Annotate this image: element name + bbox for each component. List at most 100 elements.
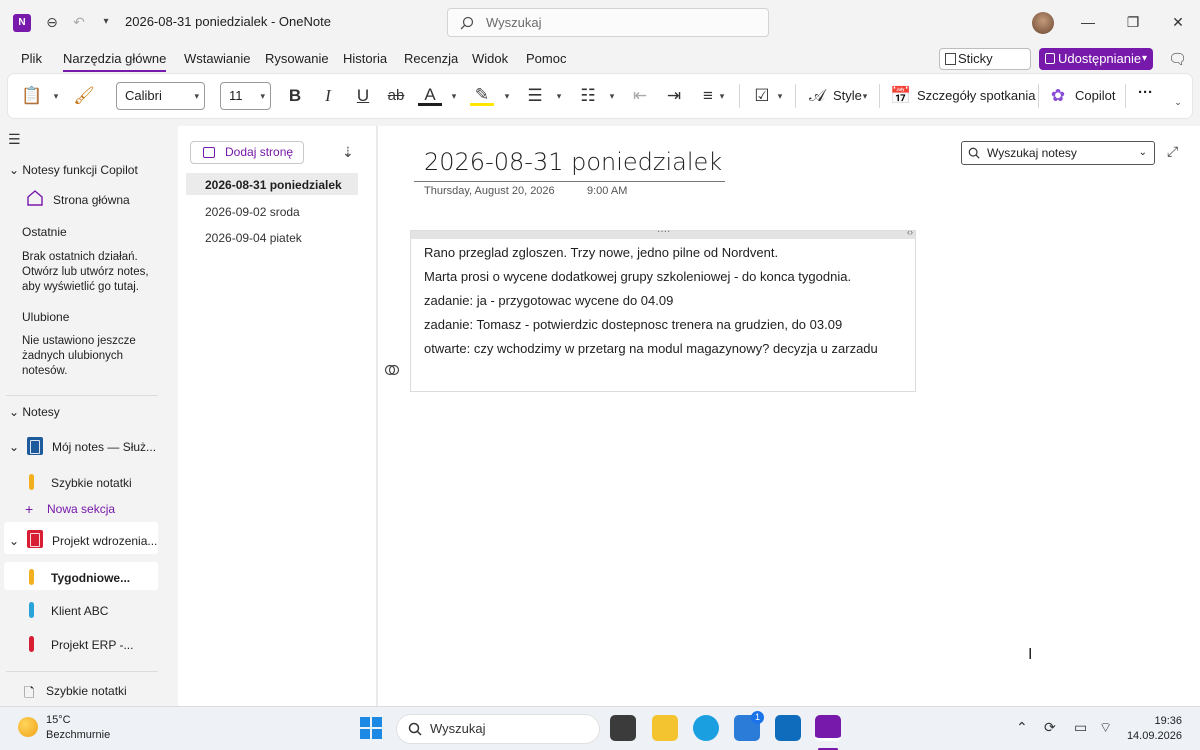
- bullets-dropdown-icon[interactable]: ▾: [554, 84, 564, 108]
- note-line[interactable]: Rano przeglad zgloszen. Trzy nowe, jedno…: [424, 245, 778, 260]
- menu-file[interactable]: Plik: [21, 51, 42, 66]
- numbering-dropdown-icon[interactable]: ▾: [607, 84, 617, 108]
- menu-view[interactable]: Widok: [472, 51, 508, 66]
- note-line[interactable]: otwarte: czy wchodzimy w przetarg na mod…: [424, 341, 878, 356]
- new-section-button[interactable]: Nowa sekcja: [47, 502, 115, 516]
- page-item-selected[interactable]: 2026-08-31 poniedzialek: [205, 178, 342, 192]
- format-painter-icon[interactable]: 🖌: [72, 84, 96, 108]
- drag-handle-icon[interactable]: ····: [657, 226, 670, 237]
- resize-handle-icon[interactable]: ‹›: [907, 227, 913, 237]
- note-container-handle[interactable]: ···· ‹›: [411, 226, 915, 239]
- chevron-down-icon[interactable]: ⌄: [9, 534, 19, 548]
- notebooks-header[interactable]: ⌄ Notesy: [9, 405, 60, 419]
- edge-icon[interactable]: [693, 715, 719, 741]
- align-dropdown-icon[interactable]: ▾: [717, 84, 727, 108]
- page-item[interactable]: 2026-09-02 sroda: [205, 205, 300, 219]
- style-icon[interactable]: 𝒜: [805, 84, 829, 108]
- meeting-details-button[interactable]: Szczegóły spotkania: [917, 88, 1036, 103]
- restore-button[interactable]: ❐: [1121, 12, 1145, 32]
- menu-draw[interactable]: Rysowanie: [265, 51, 329, 66]
- copilot-notebooks-header[interactable]: ⌄ Notesy funkcji Copilot: [9, 163, 138, 177]
- page-canvas[interactable]: 2026-08-31 poniedzialek Thursday, August…: [378, 126, 1200, 706]
- sticky-notes-button[interactable]: Sticky Notes: [939, 48, 1031, 86]
- chevron-down-icon[interactable]: ▾: [1142, 48, 1147, 70]
- onenote-taskbar-icon[interactable]: [815, 715, 841, 741]
- page-item[interactable]: 2026-09-04 piatek: [205, 231, 302, 245]
- underline-button[interactable]: U: [351, 84, 375, 108]
- bold-button[interactable]: B: [283, 84, 307, 108]
- style-dropdown-icon[interactable]: ▾: [860, 84, 870, 108]
- home-link[interactable]: Strona główna: [53, 193, 130, 207]
- copilot-icon[interactable]: [384, 362, 400, 378]
- font-color-button[interactable]: A: [418, 84, 442, 106]
- quick-notes-footer[interactable]: 🗋 Szybkie notatki: [0, 676, 168, 706]
- back-icon[interactable]: ⊖: [41, 11, 63, 33]
- note-line[interactable]: Marta prosi o wycene dodatkowej grupy sz…: [424, 269, 851, 284]
- calendar-icon[interactable]: 📅: [889, 84, 913, 108]
- expand-icon[interactable]: ⤢: [1167, 143, 1178, 160]
- task-view-icon[interactable]: [610, 715, 636, 741]
- undo-icon[interactable]: ↶: [68, 11, 90, 33]
- bullets-icon[interactable]: ☰: [523, 84, 547, 108]
- tag-dropdown-icon[interactable]: ▾: [775, 84, 785, 108]
- windows-start-icon[interactable]: [360, 717, 382, 739]
- font-name-select[interactable]: Calibri ▾: [116, 82, 205, 110]
- display-icon[interactable]: ▭: [1074, 719, 1087, 736]
- weather-widget[interactable]: 15°C Bezchmurnie: [46, 713, 110, 743]
- avatar[interactable]: [1032, 12, 1054, 34]
- weather-sun-icon[interactable]: [18, 717, 38, 737]
- numbering-icon[interactable]: ☷: [576, 84, 600, 108]
- paste-dropdown-icon[interactable]: ▾: [51, 84, 61, 108]
- chevron-down-icon[interactable]: ⌄: [9, 440, 19, 454]
- sync-icon[interactable]: ⟳: [1044, 719, 1056, 736]
- font-color-dropdown-icon[interactable]: ▾: [449, 84, 459, 108]
- file-explorer-icon[interactable]: [652, 715, 678, 741]
- note-container[interactable]: ···· ‹› Rano przeglad zgloszen. Trzy now…: [410, 226, 916, 392]
- strikethrough-button[interactable]: ab: [384, 84, 408, 108]
- hamburger-menu-icon[interactable]: ☰: [8, 131, 21, 148]
- feedback-icon[interactable]: 🗨: [1168, 50, 1187, 68]
- add-page-button[interactable]: Dodaj stronę: [190, 141, 304, 164]
- menu-help[interactable]: Pomoc: [526, 51, 566, 66]
- menu-history[interactable]: Historia: [343, 51, 387, 66]
- highlight-icon[interactable]: ✎: [470, 84, 494, 106]
- tag-checkbox-icon[interactable]: ☑: [750, 84, 774, 108]
- section-item[interactable]: Szybkie notatki: [51, 476, 132, 490]
- menu-insert[interactable]: Wstawianie: [184, 51, 250, 66]
- note-line[interactable]: zadanie: ja - przygotowac wycene do 04.0…: [424, 293, 673, 308]
- menu-home[interactable]: Narzędzia główne: [63, 51, 167, 72]
- copilot-button[interactable]: Copilot: [1075, 88, 1115, 103]
- notebook-item[interactable]: Projekt wdrozenia...: [52, 534, 157, 548]
- search-box[interactable]: Wyszukaj: [447, 8, 769, 37]
- sort-icon[interactable]: ⇣: [342, 144, 354, 161]
- decrease-indent-icon[interactable]: ⇤: [628, 84, 652, 108]
- share-button[interactable]: Udostępnianie ▾: [1039, 48, 1153, 70]
- taskbar-search[interactable]: Wyszukaj: [396, 714, 600, 744]
- close-button[interactable]: ✕: [1166, 12, 1190, 32]
- taskbar-clock[interactable]: 19:36 14.09.2026: [1127, 714, 1182, 744]
- copilot-icon[interactable]: ✿: [1046, 84, 1070, 108]
- section-item[interactable]: Klient ABC: [51, 604, 108, 618]
- menu-review[interactable]: Recenzja: [404, 51, 458, 66]
- page-title[interactable]: 2026-08-31 poniedzialek: [424, 148, 722, 176]
- weather-desc: Bezchmurnie: [46, 729, 111, 741]
- notebook-item[interactable]: Mój notes — Służ...: [52, 440, 156, 454]
- network-icon[interactable]: ⌔: [1099, 719, 1112, 737]
- note-line[interactable]: zadanie: Tomasz - potwierdzic dostepnosc…: [424, 317, 842, 332]
- search-notebooks-dropdown[interactable]: Wyszukaj notesy ⌄: [961, 141, 1155, 165]
- section-item-selected[interactable]: Tygodniowe...: [51, 571, 130, 585]
- outlook-icon[interactable]: [775, 715, 801, 741]
- italic-button[interactable]: I: [316, 84, 340, 108]
- minimize-button[interactable]: —: [1076, 12, 1100, 32]
- more-options-button[interactable]: ···: [1138, 84, 1153, 101]
- collapse-ribbon-icon[interactable]: ⌄: [1173, 90, 1183, 114]
- chevron-up-icon[interactable]: ⌃: [1016, 719, 1028, 736]
- increase-indent-icon[interactable]: ⇥: [662, 84, 686, 108]
- style-label[interactable]: Style: [833, 88, 862, 103]
- recent-empty-text: Brak ostatnich działań. Otwórz lub utwór…: [22, 251, 149, 293]
- section-item[interactable]: Projekt ERP -...: [51, 638, 133, 652]
- paste-icon[interactable]: 📋: [20, 84, 44, 108]
- font-size-select[interactable]: 11 ▾: [220, 82, 271, 110]
- highlight-dropdown-icon[interactable]: ▾: [502, 84, 512, 108]
- quick-access-dropdown-icon[interactable]: ▾: [95, 11, 117, 33]
